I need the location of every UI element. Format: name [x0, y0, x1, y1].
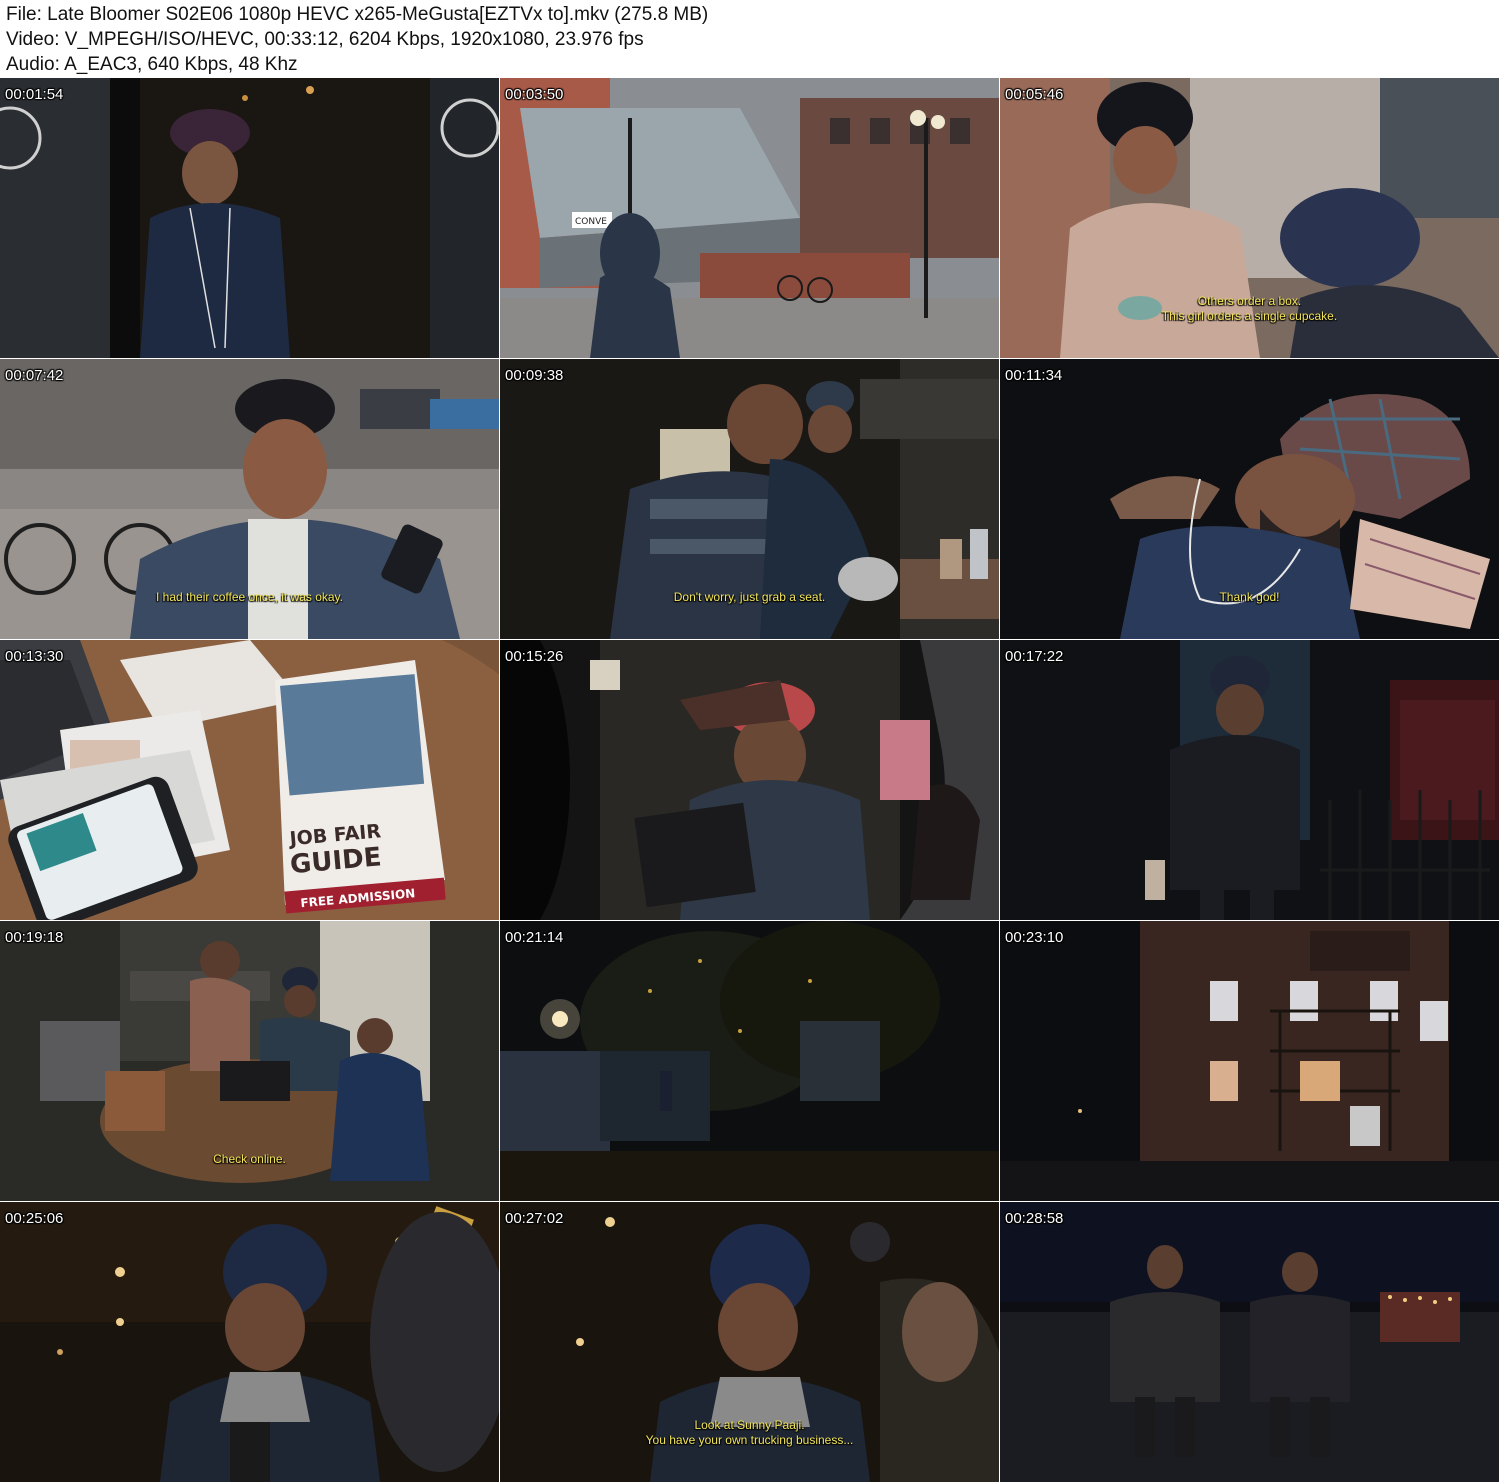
- frame-subtitle: Thank god!: [1000, 590, 1499, 605]
- frame-timestamp: 00:15:26: [505, 648, 564, 665]
- frame-thumbnail: CONVE 00:03:50: [500, 78, 999, 358]
- frame-image: [500, 640, 999, 920]
- frame-image: CONVE: [500, 78, 999, 358]
- frame-image: JOB FAIR GUIDE FREE ADMISSION: [0, 640, 499, 920]
- frame-subtitle: Don't worry, just grab a seat.: [500, 590, 999, 605]
- frame-image: [1000, 640, 1499, 920]
- frame-thumbnail: 00:27:02 Look at Sunny Paaji. You have y…: [500, 1202, 999, 1482]
- frame-timestamp: 00:28:58: [1005, 1210, 1064, 1227]
- frame-thumbnail: 00:19:18 Check online.: [0, 921, 499, 1201]
- frame-timestamp: 00:07:42: [5, 367, 64, 384]
- subtitle-line: This girl orders a single cupcake.: [1161, 309, 1338, 323]
- frame-image: [0, 1202, 499, 1482]
- frame-thumbnail: 00:21:14: [500, 921, 999, 1201]
- frame-subtitle: Others order a box. This girl orders a s…: [1000, 294, 1499, 324]
- frame-image: [0, 78, 499, 358]
- file-info-line: File: Late Bloomer S02E06 1080p HEVC x26…: [6, 4, 709, 25]
- subtitle-line: Look at Sunny Paaji.: [694, 1418, 805, 1432]
- frame-timestamp: 00:17:22: [1005, 648, 1064, 665]
- frame-thumbnail: 00:05:46 Others order a box. This girl o…: [1000, 78, 1499, 358]
- frame-thumbnail: 00:17:22: [1000, 640, 1499, 920]
- frame-subtitle: Check online.: [0, 1152, 499, 1167]
- frame-image: [500, 921, 999, 1201]
- frame-thumbnail: 00:01:54: [0, 78, 499, 358]
- frame-thumbnail: 00:09:38 Don't worry, just grab a seat.: [500, 359, 999, 639]
- video-info-line: Video: V_MPEGH/ISO/HEVC, 00:33:12, 6204 …: [6, 29, 644, 50]
- frame-thumbnail: 00:28:58: [1000, 1202, 1499, 1482]
- frame-timestamp: 00:09:38: [505, 367, 564, 384]
- frame-timestamp: 00:23:10: [1005, 929, 1064, 946]
- frame-timestamp: 00:01:54: [5, 86, 64, 103]
- frame-subtitle: I had their coffee once, it was okay.: [0, 590, 499, 605]
- frame-timestamp: 00:21:14: [505, 929, 564, 946]
- frame-timestamp: 00:11:34: [1005, 367, 1063, 384]
- frame-timestamp: 00:13:30: [5, 648, 64, 665]
- frame-image: [1000, 1202, 1499, 1482]
- frame-thumbnail: 00:25:06: [0, 1202, 499, 1482]
- frame-timestamp: 00:03:50: [505, 86, 564, 103]
- subtitle-line: I had their coffee once, it was okay.: [156, 590, 343, 604]
- frame-timestamp: 00:05:46: [1005, 86, 1064, 103]
- subtitle-line: Check online.: [213, 1152, 286, 1166]
- frame-timestamp: 00:25:06: [5, 1210, 64, 1227]
- frame-timestamp: 00:27:02: [505, 1210, 564, 1227]
- frame-subtitle: Look at Sunny Paaji. You have your own t…: [500, 1418, 999, 1448]
- audio-info-line: Audio: A_EAC3, 640 Kbps, 48 Khz: [6, 54, 298, 75]
- frame-thumbnail: 00:11:34 Thank god!: [1000, 359, 1499, 639]
- frame-timestamp: 00:19:18: [5, 929, 64, 946]
- subtitle-line: Thank god!: [1219, 590, 1280, 604]
- subtitle-line: Others order a box.: [1197, 294, 1302, 308]
- storefront-sign-text: CONVE: [575, 217, 607, 227]
- frame-thumbnail: 00:23:10: [1000, 921, 1499, 1201]
- info-header: File: Late Bloomer S02E06 1080p HEVC x26…: [0, 0, 1500, 78]
- frame-thumbnail: 00:07:42 I had their coffee once, it was…: [0, 359, 499, 639]
- thumbnail-grid: 00:01:54 CONVE 00:03:50 00:05:46 Others …: [0, 78, 1500, 1483]
- subtitle-line: You have your own trucking business...: [645, 1433, 854, 1447]
- frame-thumbnail: JOB FAIR GUIDE FREE ADMISSION 00:13:30: [0, 640, 499, 920]
- frame-image: [1000, 921, 1499, 1201]
- frame-thumbnail: 00:15:26: [500, 640, 999, 920]
- subtitle-line: Don't worry, just grab a seat.: [673, 590, 826, 604]
